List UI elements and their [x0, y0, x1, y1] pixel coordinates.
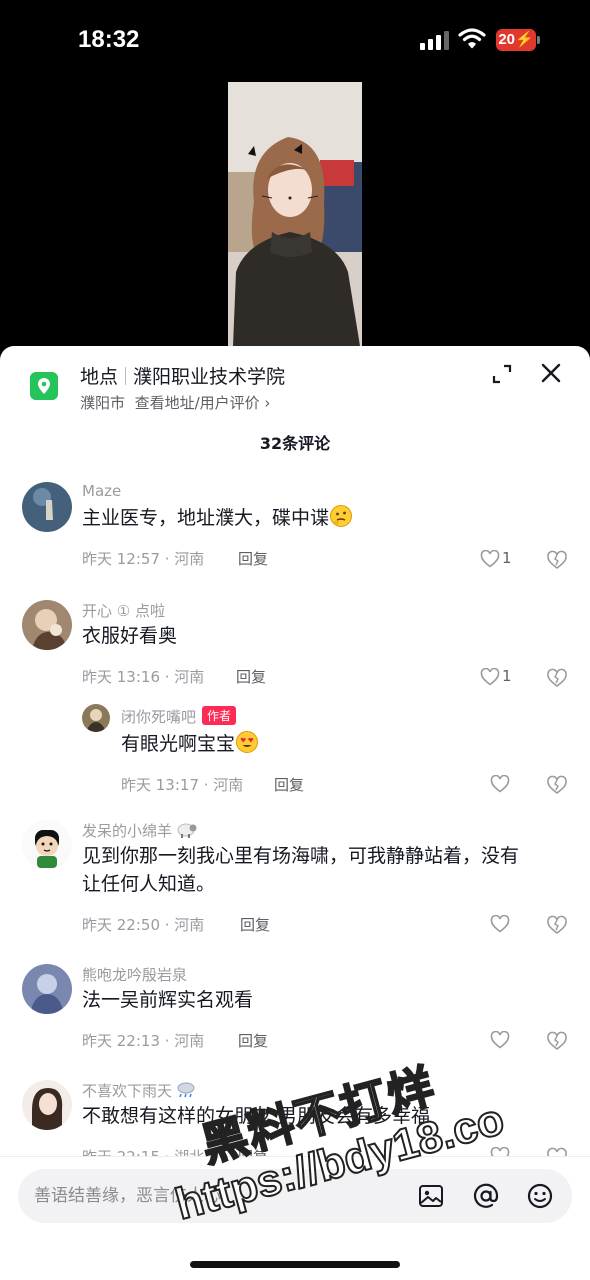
comment-body: 见到你那一刻我心里有场海啸，可我静静站着，没有	[82, 845, 520, 867]
comment-author-name: 发呆的小绵羊	[82, 822, 173, 840]
close-icon[interactable]	[538, 360, 564, 386]
avatar[interactable]	[22, 1080, 72, 1130]
reply-author-name: 闭你死嘴吧	[121, 708, 197, 726]
comment-time: 昨天 22:15 · 湖北	[82, 1146, 204, 1156]
like-count: 1	[502, 667, 512, 685]
emoji-icon[interactable]	[526, 1182, 554, 1210]
home-indicator[interactable]	[190, 1261, 400, 1268]
comment-author[interactable]: 不喜欢下雨天	[82, 1080, 197, 1101]
heart-icon	[490, 1031, 510, 1049]
reply-time: 昨天 13:17 · 河南	[121, 776, 244, 794]
rain-cloud-emoji-icon	[177, 1082, 195, 1098]
broken-heart-icon[interactable]	[546, 667, 568, 689]
comment-time: 昨天 22:50 · 河南	[82, 916, 205, 934]
avatar[interactable]	[22, 820, 72, 870]
like-button[interactable]: 1	[480, 548, 520, 572]
author-badge: 作者	[202, 706, 237, 725]
location-pin-icon	[30, 372, 58, 400]
avatar[interactable]	[22, 482, 72, 532]
comment-body: 法一吴前辉实名观看	[82, 989, 254, 1011]
cellular-signal-icon	[420, 30, 450, 50]
heart-icon	[490, 1147, 510, 1156]
comment-text: 主业医专，地址濮大，碟中谍	[82, 504, 353, 532]
like-button[interactable]	[490, 773, 530, 797]
comment-sheet: 地点 濮阳职业技术学院 濮阳市 查看地址/用户评价 › 32条评论 Maze 主业…	[0, 346, 590, 1280]
like-button[interactable]	[490, 913, 530, 937]
like-button[interactable]: 1	[480, 666, 520, 690]
comment-author[interactable]: Maze	[82, 482, 121, 500]
comment-author[interactable]: 熊咆龙吟殷岩泉	[82, 964, 187, 985]
reply-body: 有眼光啊宝宝	[121, 733, 236, 755]
status-bar: 18:32 20⚡	[0, 0, 590, 80]
like-button[interactable]	[490, 1145, 530, 1156]
heart-icon	[490, 775, 510, 793]
reply-author[interactable]: 闭你死嘴吧 作者	[121, 706, 237, 727]
comment-count: 32条评论	[259, 434, 331, 453]
location-city: 濮阳市	[80, 394, 126, 412]
comment-input-container	[18, 1169, 572, 1223]
reply-item: 闭你死嘴吧 作者 有眼光啊宝宝 昨天 13:17 · 河南 回复	[0, 704, 590, 799]
reply-button[interactable]: 回复	[240, 914, 270, 935]
heart-icon	[480, 550, 500, 568]
comment-author[interactable]: 发呆的小绵羊	[82, 820, 197, 841]
broken-heart-icon[interactable]	[546, 774, 568, 796]
location-divider	[125, 367, 127, 385]
battery-level: 20	[498, 31, 515, 48]
comment-item: 开心 ① 点啦 衣服好看奥 昨天 13:16 · 河南 回复 1	[0, 600, 590, 700]
comment-list[interactable]: Maze 主业医专，地址濮大，碟中谍 昨天 12:57 · 河南 回复 1 开心…	[0, 474, 590, 1156]
reply-button[interactable]: 回复	[238, 1030, 268, 1051]
avatar[interactable]	[22, 600, 72, 650]
reply-button[interactable]: 回复	[236, 666, 266, 687]
comment-input[interactable]	[34, 1169, 414, 1223]
comment-item: 熊咆龙吟殷岩泉 法一吴前辉实名观看 昨天 22:13 · 河南 回复	[0, 964, 590, 1064]
comment-body: 衣服好看奥	[82, 625, 178, 647]
avatar[interactable]	[22, 964, 72, 1014]
broken-heart-icon[interactable]	[546, 1030, 568, 1052]
comment-author-name: 不喜欢下雨天	[82, 1082, 173, 1100]
battery-indicator: 20⚡	[496, 29, 536, 51]
comment-body-line2: 让任何人知道。	[82, 873, 216, 895]
battery-tip	[537, 36, 540, 44]
reply-text: 有眼光啊宝宝	[121, 730, 259, 758]
location-label: 地点	[80, 366, 119, 388]
location-reviews-link[interactable]: 查看地址/用户评价 ›	[135, 394, 271, 412]
charging-icon: ⚡	[515, 31, 534, 48]
reply-button[interactable]: 回复	[238, 1146, 268, 1156]
comment-item: 发呆的小绵羊 见到你那一刻我心里有场海啸，可我静静站着，没有 让任何人知道。 昨…	[0, 820, 590, 940]
expand-icon[interactable]	[490, 362, 514, 386]
comment-author[interactable]: 开心 ① 点啦	[82, 600, 165, 621]
video-frame-image	[228, 82, 362, 346]
comment-time: 昨天 12:57 · 河南	[82, 550, 205, 568]
thinking-emoji-icon	[330, 505, 353, 527]
mention-icon[interactable]	[472, 1182, 500, 1210]
like-button[interactable]	[490, 1029, 530, 1053]
location-name: 濮阳职业技术学院	[133, 366, 286, 388]
comment-body: 不敢想有这样的女朋友 男朋友会有多幸福	[82, 1105, 431, 1127]
broken-heart-icon[interactable]	[546, 1146, 568, 1156]
status-time: 18:32	[78, 26, 140, 53]
heart-icon	[490, 915, 510, 933]
comment-item: 不喜欢下雨天 不敢想有这样的女朋友 男朋友会有多幸福 昨天 22:15 · 湖北…	[0, 1080, 590, 1156]
heart-eyes-emoji-icon	[236, 731, 259, 753]
comment-time: 昨天 22:13 · 河南	[82, 1032, 205, 1050]
avatar[interactable]	[82, 704, 110, 732]
video-thumbnail[interactable]	[228, 82, 362, 346]
wifi-icon	[458, 28, 486, 49]
broken-heart-icon[interactable]	[546, 549, 568, 571]
location-title[interactable]: 地点 濮阳职业技术学院	[80, 362, 285, 389]
reply-button[interactable]: 回复	[238, 548, 268, 569]
heart-icon	[480, 668, 500, 686]
comment-body: 主业医专，地址濮大，碟中谍	[82, 507, 330, 529]
comment-time: 昨天 13:16 · 河南	[82, 668, 205, 686]
like-count: 1	[502, 549, 512, 567]
sheep-emoji-icon	[177, 823, 197, 838]
broken-heart-icon[interactable]	[546, 914, 568, 936]
reply-button[interactable]: 回复	[274, 774, 304, 795]
comment-item: Maze 主业医专，地址濮大，碟中谍 昨天 12:57 · 河南 回复 1	[0, 482, 590, 582]
image-icon[interactable]	[417, 1182, 445, 1210]
location-subtitle[interactable]: 濮阳市 查看地址/用户评价 ›	[80, 392, 270, 413]
